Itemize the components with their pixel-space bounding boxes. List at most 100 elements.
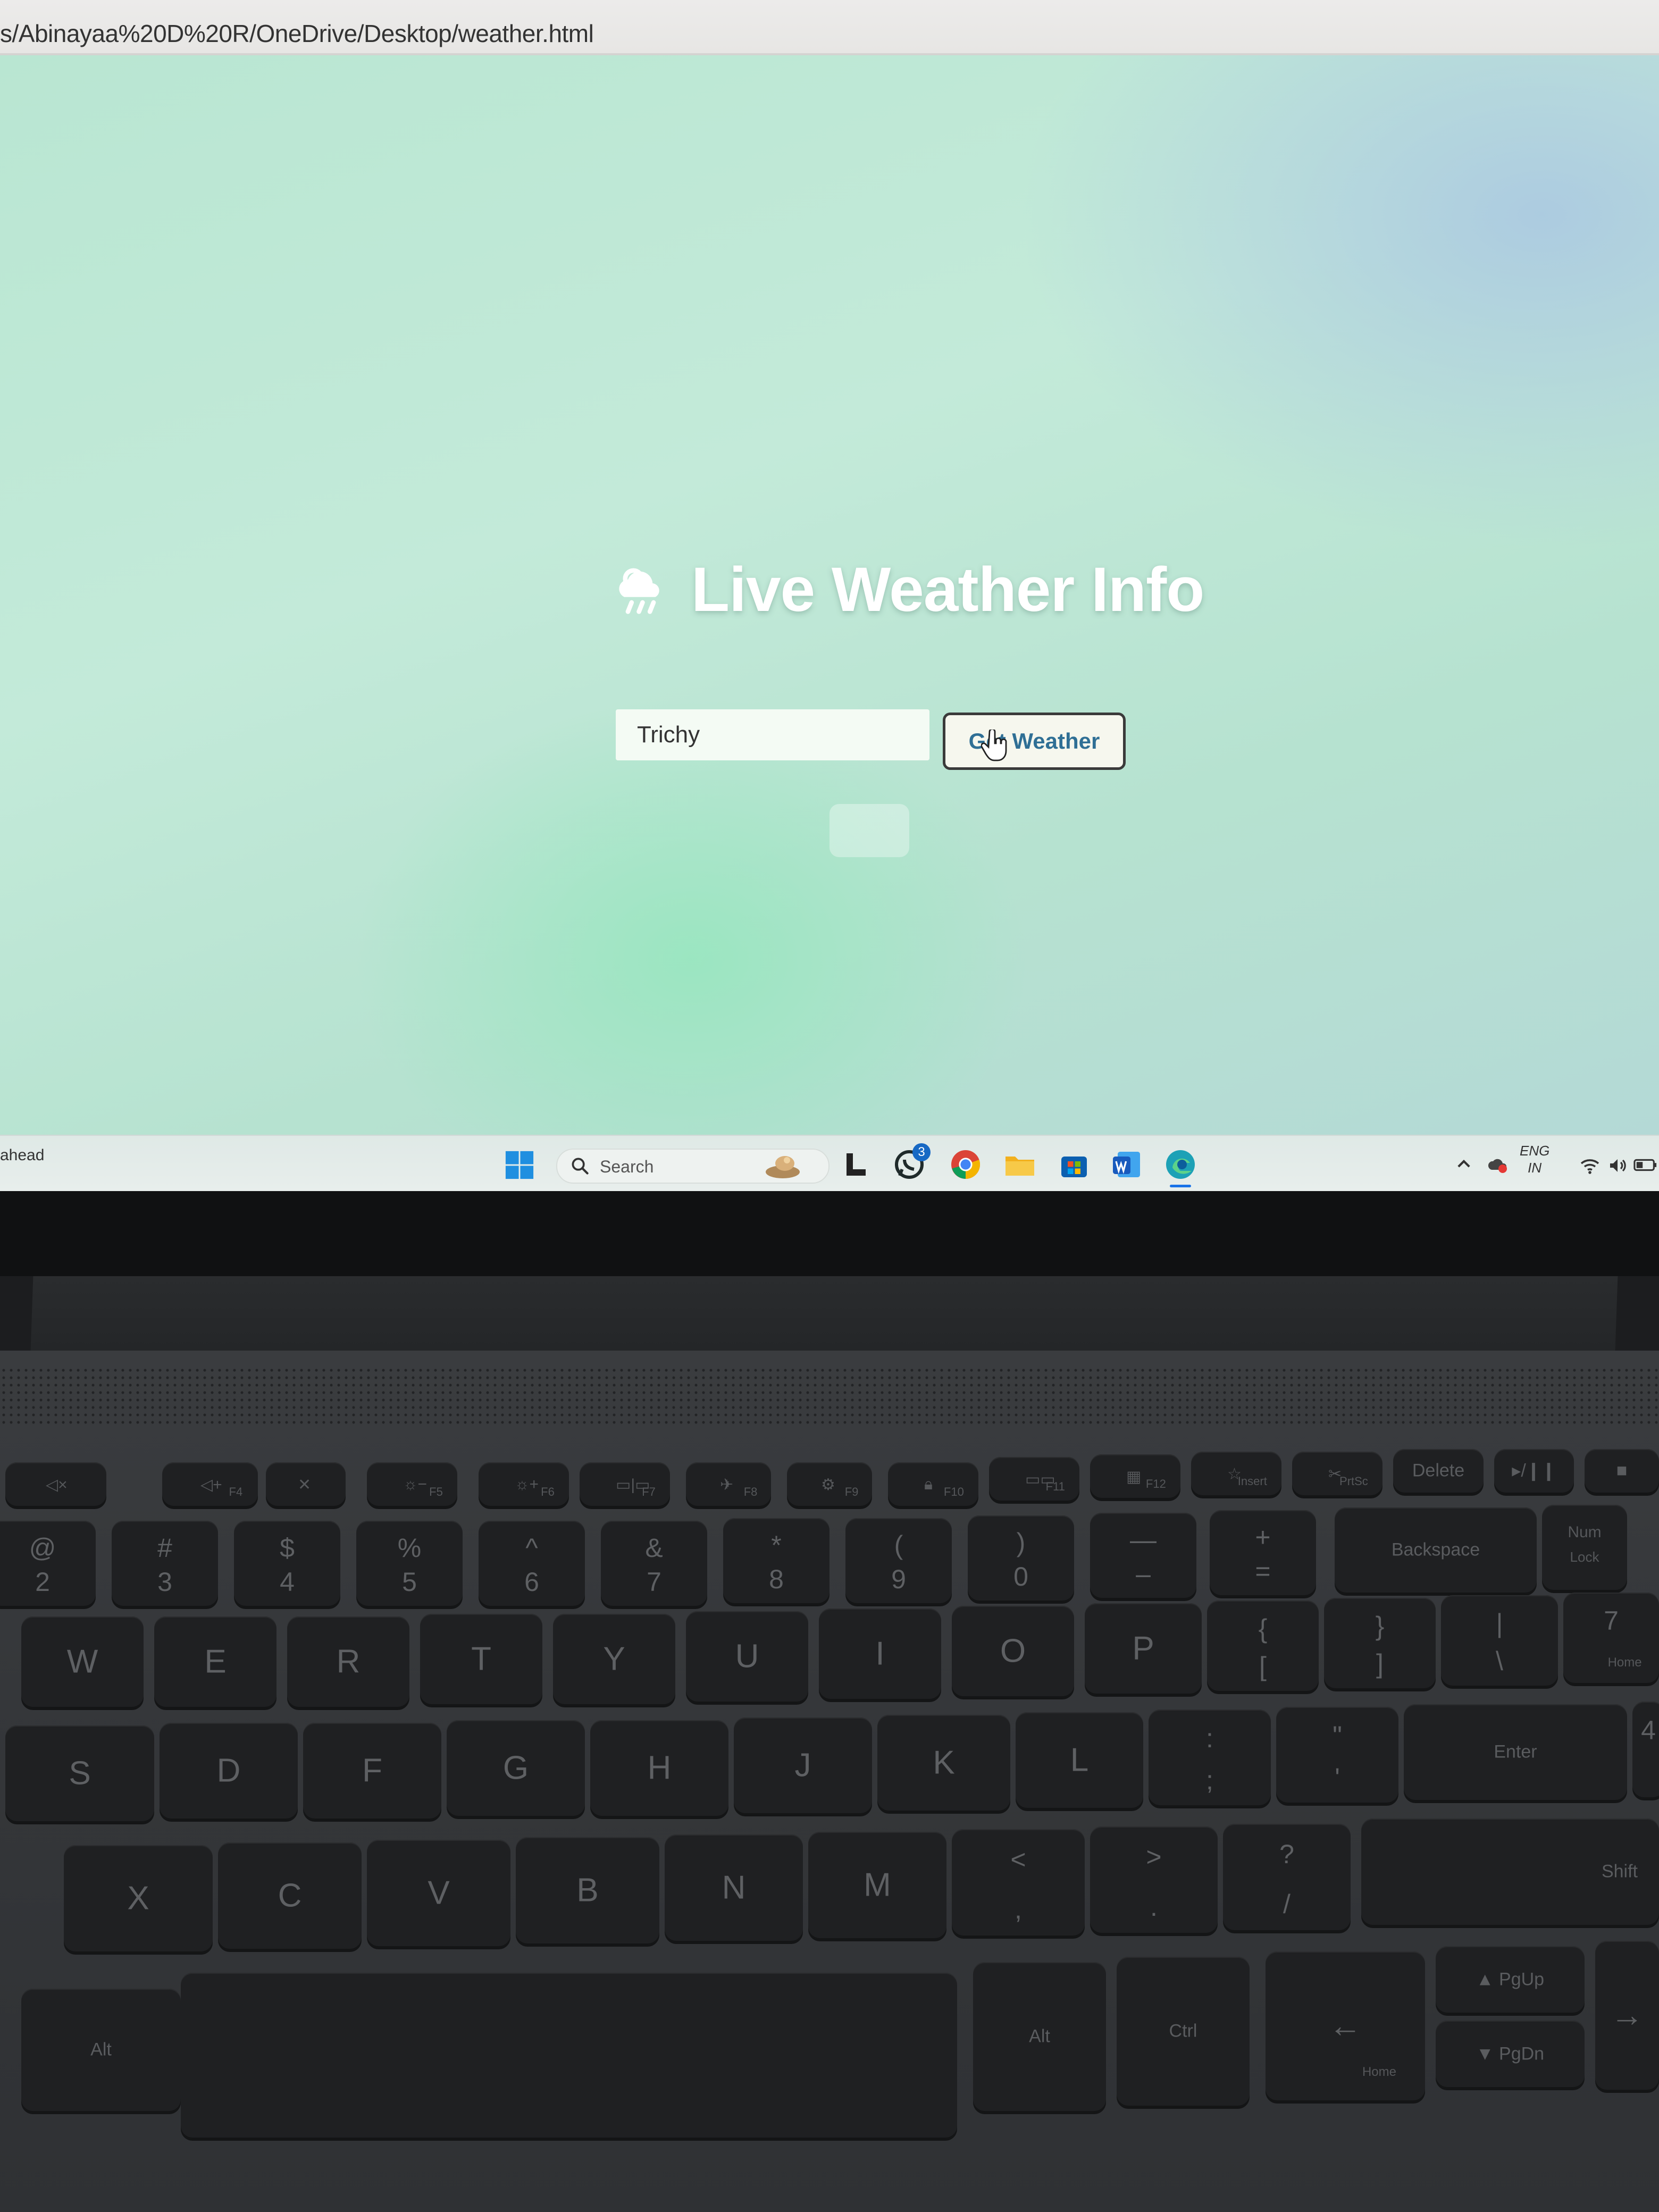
cloud-sun-rain-icon [619, 568, 659, 614]
key-0[interactable]: ) 0 [968, 1515, 1074, 1601]
edge-icon[interactable] [1164, 1149, 1196, 1180]
key-num-4[interactable]: 4 [1632, 1702, 1659, 1797]
key-f5[interactable]: ☼− F5 [367, 1462, 457, 1506]
key-5[interactable]: % 5 [356, 1521, 463, 1606]
key-f6[interactable]: ☼+ F6 [479, 1462, 569, 1506]
windows-start-icon[interactable] [504, 1150, 535, 1180]
key-slash[interactable]: ? / [1223, 1824, 1351, 1930]
key-g[interactable]: G [447, 1720, 585, 1816]
battery-icon[interactable] [1633, 1156, 1658, 1174]
key-v[interactable]: V [367, 1840, 510, 1946]
key-k[interactable]: K [877, 1715, 1010, 1811]
key-right-arrow[interactable]: → [1595, 1941, 1659, 2090]
active-app-indicator [1170, 1185, 1191, 1187]
key-insert[interactable]: ☆ Insert [1191, 1452, 1281, 1495]
key-b[interactable]: B [516, 1837, 659, 1943]
wifi-icon[interactable] [1579, 1155, 1601, 1176]
city-input[interactable] [616, 709, 929, 760]
chevron-up-icon[interactable] [1455, 1155, 1473, 1173]
key-minus[interactable]: — – [1090, 1513, 1196, 1598]
whatsapp-icon[interactable]: 3 [893, 1143, 931, 1180]
language-indicator[interactable]: ENG IN [1520, 1142, 1549, 1176]
key-x[interactable]: X [64, 1845, 213, 1951]
key-f12[interactable]: ▦ F12 [1090, 1454, 1180, 1498]
taskbar-search[interactable]: Search [556, 1149, 830, 1184]
laptop-screen: s/Abinayaa%20D%20R/OneDrive/Desktop/weat… [0, 0, 1659, 1191]
key-j[interactable]: J [734, 1717, 872, 1813]
windows-taskbar: ahead Search 3 ENG IN [0, 1135, 1659, 1191]
key-4[interactable]: $4 [234, 1521, 340, 1606]
key-close-bracket[interactable]: }] [1324, 1598, 1436, 1688]
key-quote[interactable]: " ' [1276, 1707, 1398, 1803]
key-backslash[interactable]: | \ [1441, 1595, 1558, 1686]
key-ctrl[interactable]: Ctrl [1117, 1957, 1250, 2106]
file-explorer-icon[interactable] [1004, 1149, 1036, 1180]
key-semicolon[interactable]: :; [1149, 1710, 1271, 1805]
app-l-icon[interactable] [840, 1149, 872, 1180]
key-f4b[interactable]: ✕ [266, 1462, 346, 1506]
key-f3[interactable]: ◁× [5, 1462, 106, 1506]
key-enter[interactable]: Enter [1404, 1704, 1627, 1800]
key-n[interactable]: N [665, 1834, 803, 1941]
key-h[interactable]: H [590, 1720, 728, 1816]
key-alt[interactable]: Alt [973, 1962, 1106, 2111]
key-f9[interactable]: ⚙ F9 [787, 1462, 872, 1506]
key-f4[interactable]: ◁+ F4 [162, 1462, 258, 1506]
key-num-lock[interactable]: Num Lock [1542, 1505, 1627, 1590]
hand-cursor-icon [981, 730, 1007, 761]
onedrive-icon[interactable] [1488, 1155, 1509, 1176]
key-left-alt[interactable]: Alt [21, 1989, 181, 2111]
key-y[interactable]: Y [553, 1614, 675, 1704]
key-comma[interactable]: <, [952, 1829, 1085, 1936]
chrome-icon[interactable] [950, 1149, 982, 1180]
key-e[interactable]: E [154, 1616, 276, 1707]
key-o[interactable]: O [952, 1606, 1074, 1696]
key-delete[interactable]: Delete [1393, 1449, 1484, 1493]
region-code: IN [1528, 1160, 1542, 1176]
key-7[interactable]: & 7 [601, 1521, 707, 1606]
key-i[interactable]: I [819, 1608, 941, 1699]
key-f8[interactable]: ✈ F8 [686, 1462, 771, 1506]
get-weather-button[interactable]: Get Weather [943, 713, 1126, 770]
key-6[interactable]: ^ 6 [479, 1521, 585, 1606]
key-9[interactable]: (9 [845, 1518, 952, 1603]
key-u[interactable]: U [686, 1611, 808, 1702]
key-m[interactable]: M [808, 1832, 946, 1938]
volume-icon[interactable] [1606, 1155, 1629, 1176]
key-down-arrow[interactable]: ▼ PgDn [1436, 2021, 1585, 2087]
key-f[interactable]: F [303, 1723, 441, 1819]
key-8[interactable]: * 8 [723, 1518, 830, 1603]
key-3[interactable]: #3 [112, 1521, 218, 1606]
widget-icon[interactable] [759, 1153, 807, 1179]
key-num-7[interactable]: 7 Home [1563, 1593, 1659, 1683]
key-up-arrow[interactable]: ▲ PgUp [1436, 1946, 1585, 2013]
key-f10[interactable]: 🔒︎ F10 [888, 1462, 978, 1506]
screen-bezel [0, 1191, 1659, 1276]
key-d[interactable]: D [160, 1723, 298, 1819]
key-t[interactable]: T [420, 1614, 542, 1704]
key-stop[interactable]: ■ [1585, 1449, 1659, 1493]
key-p[interactable]: P [1085, 1603, 1202, 1694]
key-open-bracket[interactable]: {[ [1207, 1601, 1319, 1691]
key-prtsc[interactable]: ✂ PrtSc [1292, 1452, 1382, 1495]
taskbar-weather-text[interactable]: ahead [0, 1146, 44, 1164]
key-2[interactable]: @2 [0, 1521, 96, 1606]
key-f7[interactable]: ▭|▭ F7 [580, 1462, 670, 1506]
key-l[interactable]: L [1016, 1712, 1143, 1808]
microsoft-store-icon[interactable] [1058, 1149, 1090, 1180]
key-r[interactable]: R [287, 1616, 409, 1707]
key-backspace[interactable]: Backspace [1335, 1507, 1537, 1593]
key-c[interactable]: C [218, 1842, 362, 1949]
browser-address-bar[interactable]: s/Abinayaa%20D%20R/OneDrive/Desktop/weat… [0, 0, 1659, 55]
key-equals[interactable]: + = [1210, 1510, 1316, 1595]
key-w[interactable]: W [21, 1616, 144, 1707]
word-icon[interactable] [1111, 1149, 1143, 1180]
key-f11[interactable]: ▭▭ F11 [989, 1457, 1079, 1501]
key-right-shift[interactable]: Shift [1361, 1819, 1659, 1925]
key-left-arrow[interactable]: ← Home [1266, 1951, 1425, 2100]
url-text[interactable]: s/Abinayaa%20D%20R/OneDrive/Desktop/weat… [0, 19, 594, 48]
key-period[interactable]: >. [1090, 1826, 1218, 1933]
key-space[interactable] [181, 1973, 957, 2138]
key-play-pause[interactable]: ▸/❙❙ [1494, 1449, 1574, 1493]
key-s[interactable]: S [5, 1725, 154, 1821]
